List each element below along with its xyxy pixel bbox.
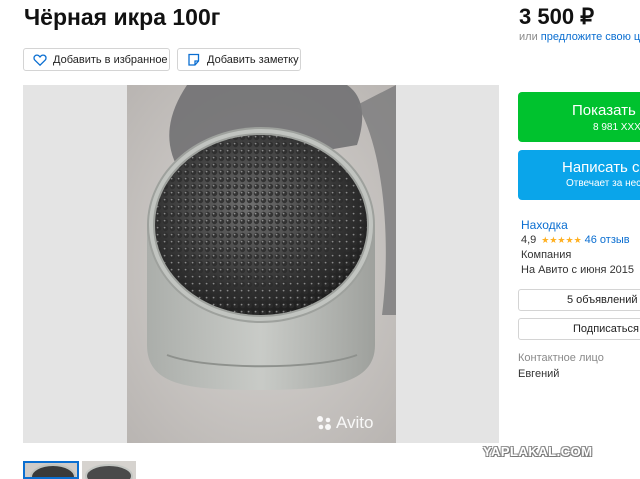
add-note-button[interactable]: Добавить заметку — [177, 48, 301, 71]
offer-price-link[interactable]: предложите свою це — [541, 31, 640, 43]
contact-person-name: Евгений — [518, 368, 560, 380]
show-phone-button[interactable]: Показать 8 981 XXX — [518, 92, 640, 142]
response-time-text: Отвечает за нес — [566, 178, 640, 189]
seller-name-link[interactable]: Находка — [521, 218, 568, 232]
add-note-label: Добавить заметку — [207, 53, 299, 66]
seller-type: Компания — [521, 249, 572, 261]
caviar-jar-photo — [127, 85, 396, 443]
show-phone-label: Показать — [572, 102, 636, 119]
avito-watermark-text: Avito — [336, 413, 374, 432]
subscribe-button[interactable]: Подписаться н — [518, 318, 640, 340]
gallery-thumbnail[interactable] — [82, 461, 136, 479]
listing-title: Чёрная икра 100г — [24, 4, 221, 30]
thumbnail-image — [25, 463, 77, 477]
site-watermark: YAPLAKAL.COM — [483, 444, 593, 459]
seller-reviews-link[interactable]: 46 отзыв — [585, 234, 630, 246]
photo-gallery[interactable]: Avito — [23, 85, 499, 443]
thumbnail-image — [82, 461, 136, 479]
price-or-text: или — [519, 31, 538, 43]
masked-phone-number: 8 981 XXX — [593, 122, 640, 133]
rating-stars-icon: ★★★★★ — [541, 234, 582, 245]
seller-rating-value: 4,9 — [521, 234, 537, 246]
add-to-favorites-label: Добавить в избранное — [53, 53, 168, 66]
note-icon — [187, 53, 201, 67]
listing-price: 3 500 ₽ — [519, 4, 595, 29]
write-message-button[interactable]: Написать с Отвечает за нес — [518, 150, 640, 200]
seller-since: На Авито с июня 2015 — [521, 264, 635, 276]
heart-icon — [33, 53, 47, 67]
seller-ads-button[interactable]: 5 объявлений — [518, 289, 640, 311]
add-to-favorites-button[interactable]: Добавить в избранное — [23, 48, 170, 71]
gallery-thumbnail[interactable] — [23, 461, 79, 479]
write-message-label: Написать с — [562, 159, 640, 176]
avito-watermark: Avito — [315, 413, 374, 433]
seller-rating-row: 4,9 ★★★★★ 46 отзыв — [521, 234, 630, 246]
avito-logo-icon — [315, 414, 333, 432]
price-offer-row: или предложите свою це — [519, 31, 640, 43]
contact-person-label: Контактное лицо — [518, 352, 604, 364]
